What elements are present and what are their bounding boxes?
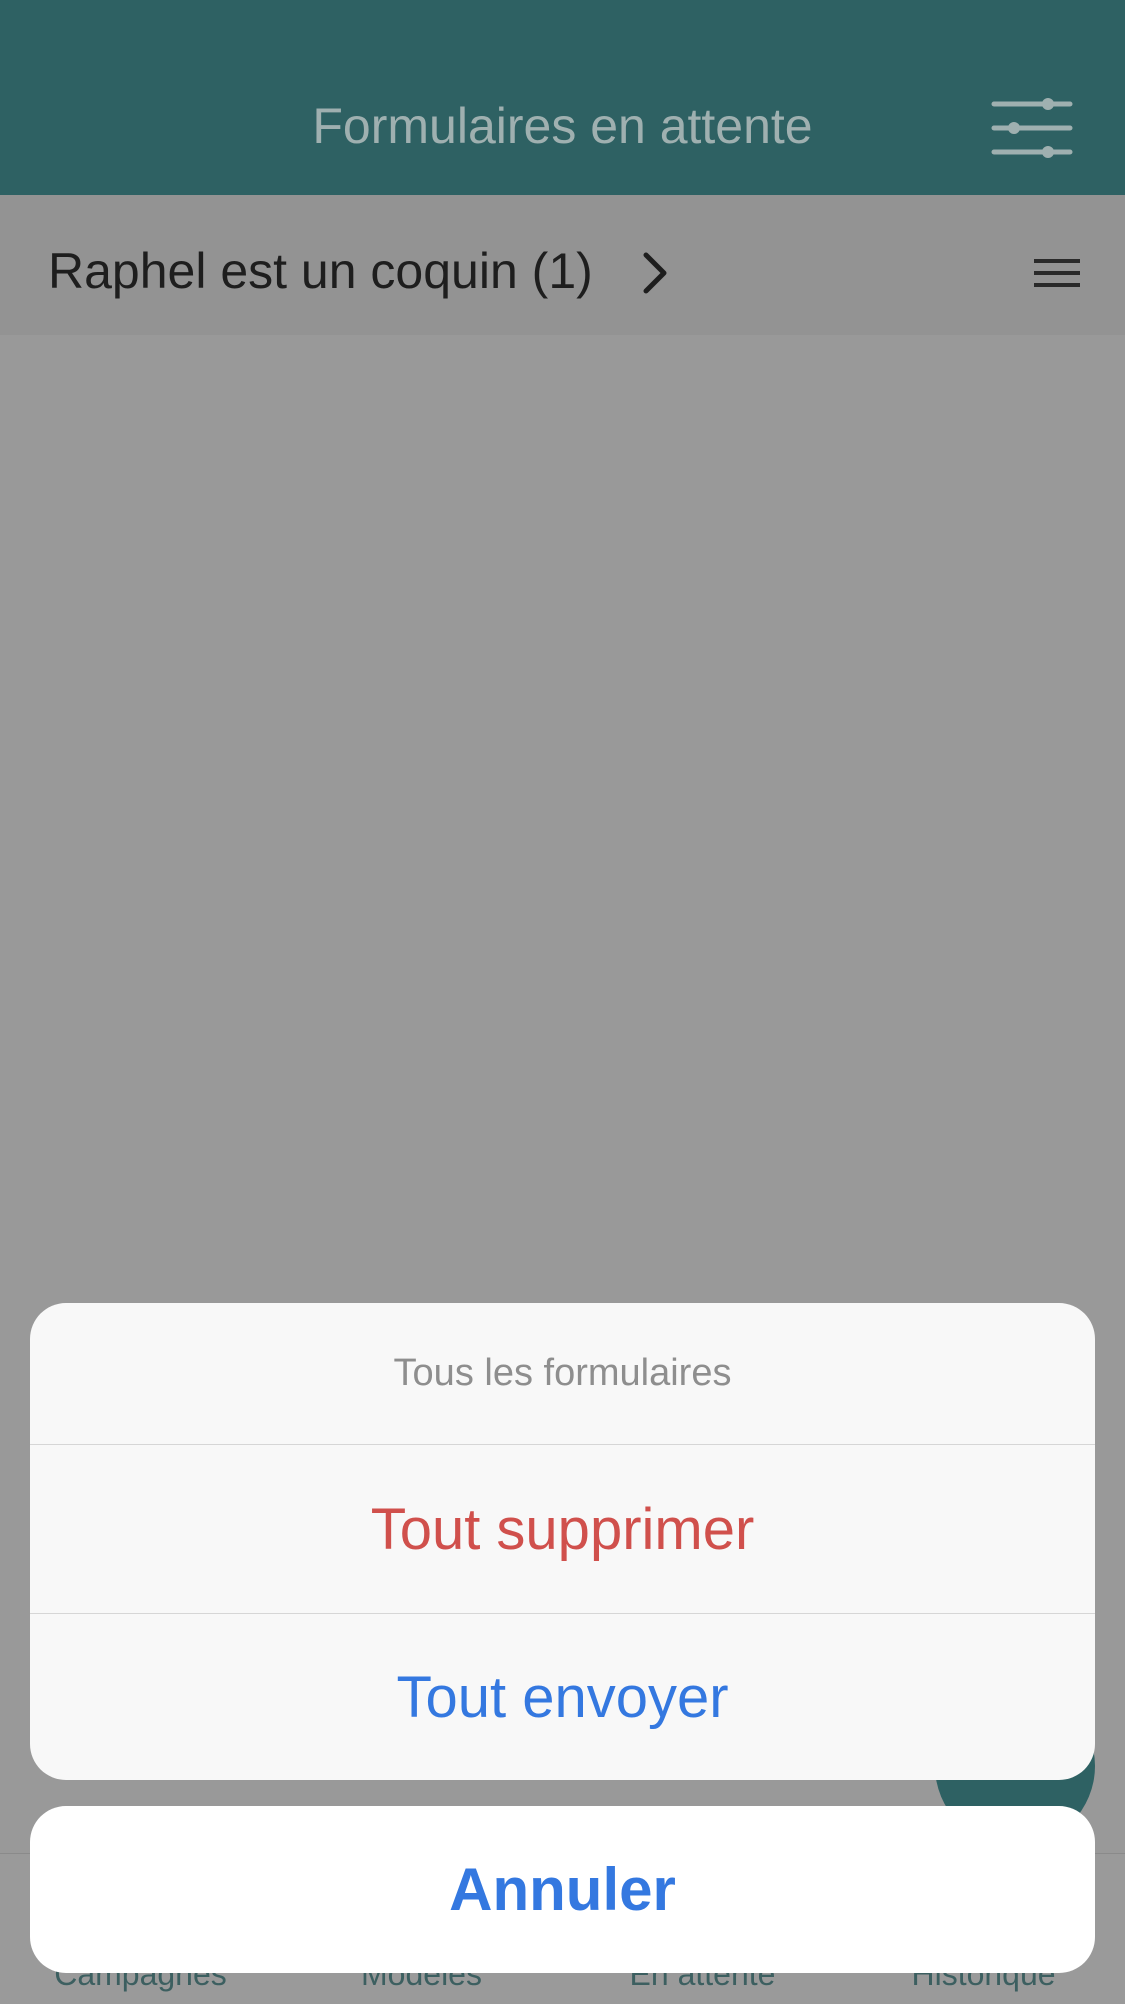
expand-group-button[interactable] [640, 251, 670, 295]
cancel-button[interactable]: Annuler [30, 1806, 1095, 1973]
chevron-right-icon [643, 252, 667, 294]
group-label: Raphel est un coquin (1) [48, 243, 593, 299]
page-title: Formulaires en attente [312, 98, 813, 154]
filter-button[interactable] [990, 96, 1074, 160]
app-header: Formulaires en attente [0, 0, 1125, 195]
hamburger-icon [1034, 259, 1080, 287]
action-sheet-title: Tous les formulaires [393, 1352, 732, 1394]
delete-all-button[interactable]: Tout supprimer [30, 1445, 1095, 1613]
action-sheet: Tous les formulaires Tout supprimer Tout… [30, 1303, 1095, 1780]
group-menu-button[interactable] [1034, 257, 1080, 289]
sliders-icon [991, 98, 1073, 158]
send-all-button[interactable]: Tout envoyer [30, 1614, 1095, 1780]
pending-group-row[interactable]: Raphel est un coquin (1) [0, 195, 1125, 335]
